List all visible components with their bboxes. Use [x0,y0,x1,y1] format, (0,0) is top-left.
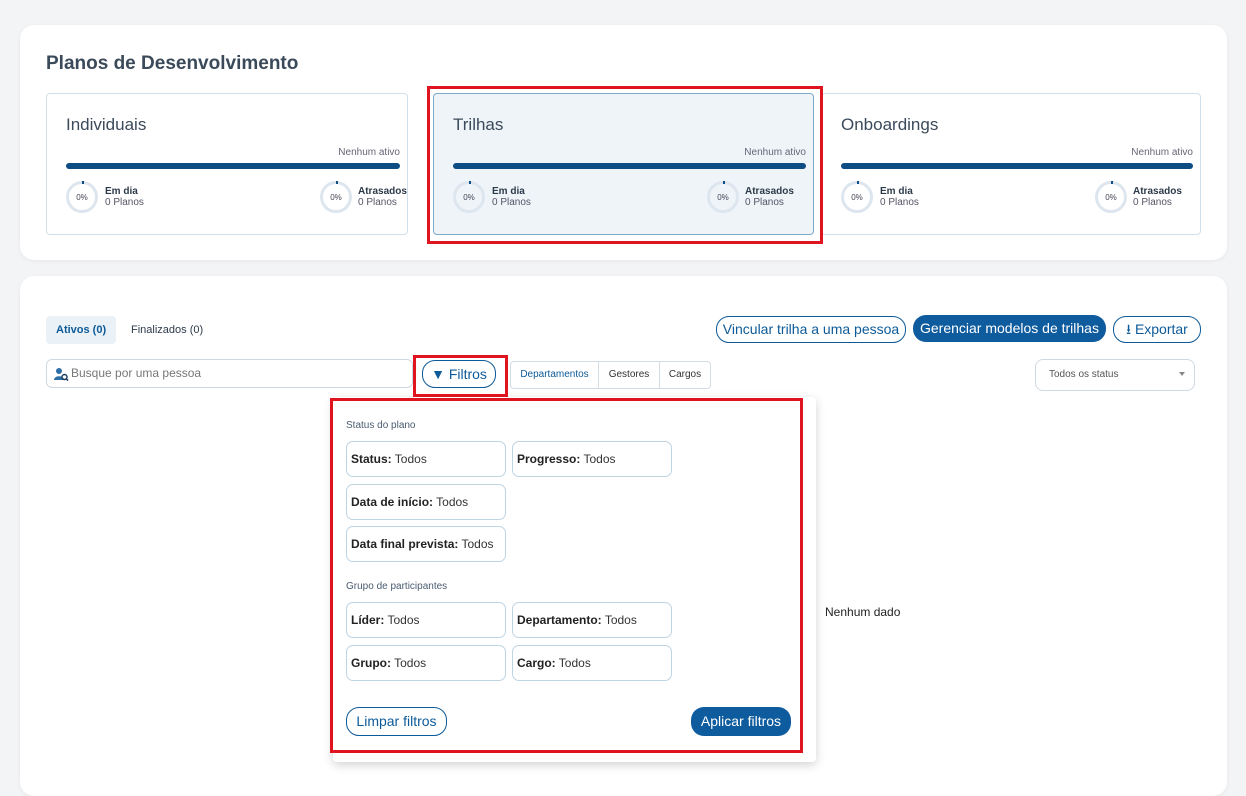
status-select-value: Todos os status [1049,369,1119,380]
plan-progress-bar [66,163,400,169]
clear-filters-button[interactable]: Limpar filtros [346,707,447,736]
download-icon: ⭳ [1126,321,1132,337]
role-filter-chip[interactable]: Cargo: Todos [512,645,672,681]
late-label: Atrasados 0 Planos [1133,186,1182,208]
page-title: Planos de Desenvolvimento [46,53,299,74]
plans-summary-card: Planos de Desenvolvimento Individuais Ne… [20,25,1227,260]
leader-filter-chip[interactable]: Líder: Todos [346,602,506,638]
segment-gestores[interactable]: Gestores [598,361,660,389]
manage-templates-button[interactable]: Gerenciar modelos de trilhas [913,315,1106,342]
on-time-label: Em dia 0 Planos [105,186,144,208]
filters-dropdown: Status do plano Status: Todos Progresso:… [333,397,816,762]
tab-ativos[interactable]: Ativos (0) [46,316,117,344]
status-select[interactable]: Todos os status [1035,359,1195,391]
plan-status: Nenhum ativo [744,147,806,158]
plan-status: Nenhum ativo [1131,147,1193,158]
start-date-filter-chip[interactable]: Data de início: Todos [346,484,506,520]
section-title-status: Status do plano [346,420,416,431]
late-label: Atrasados 0 Planos [745,186,794,208]
link-trail-button[interactable]: Vincular trilha a uma pessoa [716,316,906,343]
status-filter-chip[interactable]: Status: Todos [346,441,506,477]
progress-filter-chip[interactable]: Progresso: Todos [512,441,672,477]
segment-cargos[interactable]: Cargos [659,361,711,389]
late-label: Atrasados 0 Planos [358,186,407,208]
department-filter-chip[interactable]: Departamento: Todos [512,602,672,638]
late-ring: 0% [707,181,739,213]
section-title-group: Grupo de participantes [346,581,448,592]
filters-label: Filtros [448,366,487,382]
person-search-icon [54,368,69,382]
plan-card-trilhas[interactable]: Trilhas Nenhum ativo 0% Em dia 0 Planos 0… [433,93,814,235]
late-ring: 0% [1095,181,1127,213]
plan-progress-bar [453,163,806,169]
on-time-ring: 0% [66,181,98,213]
plan-card-individuais[interactable]: Individuais Nenhum ativo 0% Em dia 0 Plan… [46,93,408,235]
late-ring: 0% [320,181,352,213]
caret-down-icon [1179,372,1185,376]
plan-progress-bar [841,163,1193,169]
export-label: Exportar [1134,321,1188,337]
filter-icon: ▼ [431,366,445,382]
end-date-filter-chip[interactable]: Data final prevista: Todos [346,526,506,562]
group-filter-chip[interactable]: Grupo: Todos [346,645,506,681]
empty-state-text: Nenhum dado [825,605,901,619]
segment-departamentos[interactable]: Departamentos [510,361,599,389]
plan-title: Individuais [66,115,147,134]
plan-status: Nenhum ativo [338,147,400,158]
apply-filters-button[interactable]: Aplicar filtros [691,707,791,736]
plan-card-onboardings[interactable]: Onboardings Nenhum ativo 0% Em dia 0 Plan… [821,93,1201,235]
filters-button[interactable]: ▼ Filtros [422,360,496,388]
plan-title: Onboardings [841,115,939,134]
search-input[interactable]: Busque por uma pessoa [46,359,413,388]
on-time-ring: 0% [841,181,873,213]
on-time-label: Em dia 0 Planos [492,186,531,208]
export-button[interactable]: ⭳ Exportar [1113,316,1201,343]
on-time-ring: 0% [453,181,485,213]
plan-title: Trilhas [453,115,504,134]
on-time-label: Em dia 0 Planos [880,186,919,208]
tab-finalizados[interactable]: Finalizados (0) [121,316,213,344]
